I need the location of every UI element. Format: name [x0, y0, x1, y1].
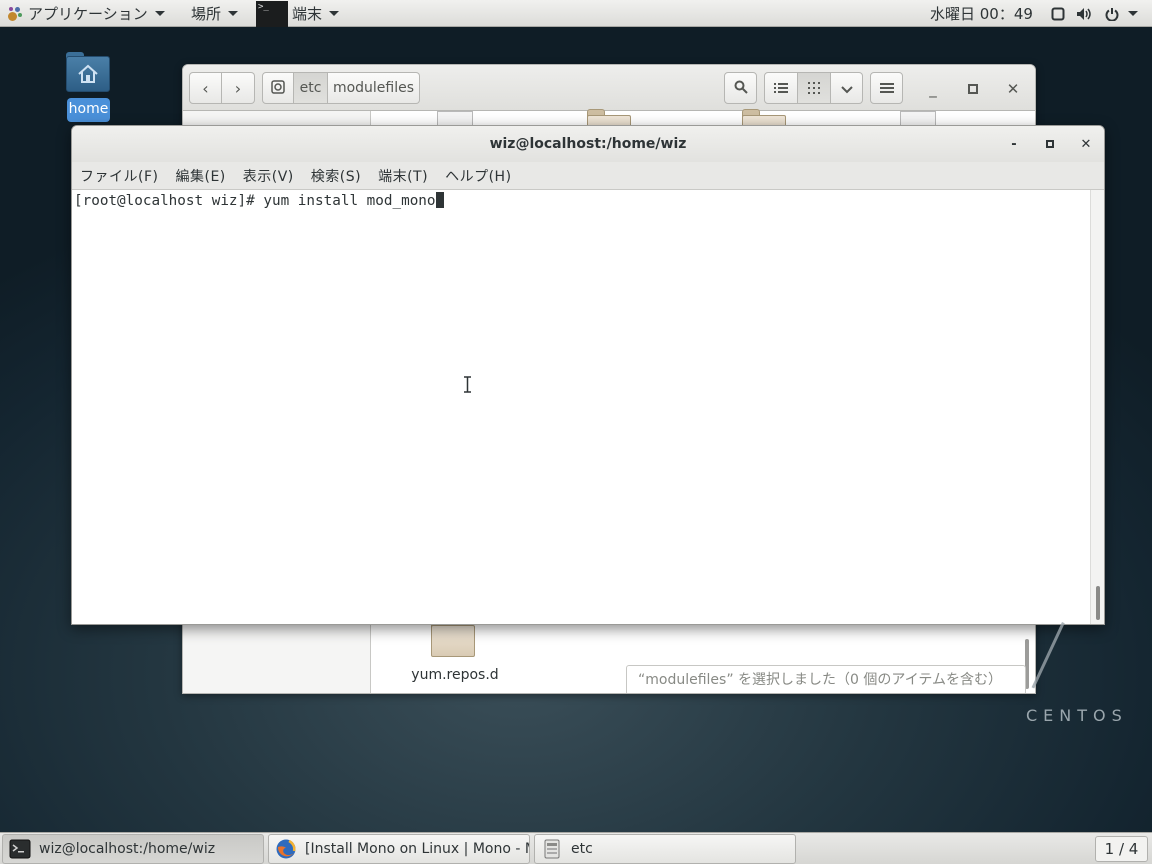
menu-help[interactable]: ヘルプ(H): [445, 166, 511, 186]
shell-prompt: [root@localhost wiz]#: [74, 193, 264, 209]
forward-button[interactable]: ›: [222, 72, 255, 104]
taskbar: wiz@localhost:/home/wiz [Install Mono on…: [0, 832, 1152, 864]
chevron-down-icon: [1128, 11, 1138, 16]
maximize-icon: [1046, 137, 1054, 152]
desktop-home-label: home: [67, 98, 110, 122]
list-view-icon: [774, 79, 788, 98]
view-options-button[interactable]: [831, 72, 863, 104]
path-segment-modulefiles[interactable]: modulefiles: [328, 72, 420, 104]
search-button[interactable]: [724, 72, 757, 104]
scrollbar-thumb[interactable]: [1096, 586, 1100, 620]
firefox-icon: [275, 838, 297, 860]
drive-icon: [271, 79, 285, 98]
close-button[interactable]: ✕: [1076, 134, 1096, 154]
minimize-icon: _: [929, 80, 937, 98]
hamburger-icon: [879, 79, 894, 98]
terminal-window[interactable]: wiz@localhost:/home/wiz ‐ ✕ ファイル(F) 編集(E…: [71, 125, 1105, 625]
task-label: wiz@localhost:/home/wiz: [39, 841, 216, 857]
gnome-foot-icon: [6, 6, 22, 22]
task-firefox[interactable]: [Install Mono on Linux | Mono - M…: [268, 834, 530, 864]
chevron-left-icon: ‹: [202, 78, 209, 98]
grid-view-button[interactable]: [798, 72, 831, 104]
close-icon: ✕: [1080, 136, 1092, 152]
applications-menu[interactable]: アプリケーション: [6, 0, 165, 27]
minimize-icon: ‐: [1011, 136, 1017, 152]
chevron-down-icon: [228, 11, 239, 16]
task-file-manager[interactable]: etc: [534, 834, 796, 864]
path-segment-label: modulefiles: [332, 80, 415, 96]
close-icon: ✕: [1006, 80, 1020, 98]
top-panel: アプリケーション 場所 >_ 端末 水曜日 00：49: [0, 0, 1152, 27]
centos-watermark: CENTOS: [1026, 706, 1128, 725]
desktop-home-icon[interactable]: home: [64, 52, 112, 122]
system-menu[interactable]: [1050, 0, 1138, 27]
applications-label: アプリケーション: [28, 5, 148, 23]
close-button[interactable]: ✕: [1003, 79, 1023, 99]
path-segment-label: etc: [299, 80, 322, 96]
volume-icon: [1076, 6, 1092, 22]
terminal-output[interactable]: [root@localhost wiz]# yum install mod_mo…: [72, 190, 1090, 624]
clock-label: 水曜日 00：49: [930, 5, 1033, 23]
home-folder-icon: [64, 52, 112, 96]
folder-label[interactable]: yum.repos.d: [403, 667, 507, 683]
chevron-down-icon: [154, 11, 165, 16]
centos-logo-line: [1031, 622, 1065, 689]
minimize-button[interactable]: _: [923, 79, 943, 99]
places-label: 場所: [191, 5, 222, 23]
terminal-icon: >_: [256, 0, 288, 27]
menu-view[interactable]: 表示(V): [243, 166, 294, 186]
task-label: etc: [571, 841, 593, 857]
menu-search[interactable]: 検索(S): [311, 166, 361, 186]
maximize-button[interactable]: [963, 79, 983, 99]
places-menu[interactable]: 場所: [191, 0, 239, 27]
terminal-icon: [9, 838, 31, 860]
chevron-down-icon: [840, 79, 853, 98]
task-terminal[interactable]: wiz@localhost:/home/wiz: [2, 834, 264, 864]
path-segment-etc[interactable]: etc: [294, 72, 328, 104]
window-title: wiz@localhost:/home/wiz: [489, 136, 687, 152]
list-view-button[interactable]: [764, 72, 798, 104]
file-manager-header: ‹ › etc modulefiles _ ✕: [183, 65, 1035, 111]
maximize-icon: [968, 80, 978, 98]
menu-terminal[interactable]: 端末(T): [378, 166, 428, 186]
task-label: [Install Mono on Linux | Mono - M…: [305, 841, 530, 857]
menu-edit[interactable]: 編集(E): [175, 166, 225, 186]
chevron-down-icon: [329, 11, 340, 16]
maximize-button[interactable]: [1040, 134, 1060, 154]
active-app-menu[interactable]: >_ 端末: [256, 0, 340, 27]
grid-view-icon: [808, 79, 820, 98]
screen-icon: [1050, 6, 1066, 22]
clock[interactable]: 水曜日 00：49: [930, 0, 1033, 27]
ibeam-cursor-icon: [463, 376, 472, 393]
chevron-right-icon: ›: [234, 78, 242, 98]
terminal-menubar: ファイル(F) 編集(E) 表示(V) 検索(S) 端末(T) ヘルプ(H): [72, 162, 1104, 190]
power-icon: [1104, 6, 1120, 22]
text-cursor: [435, 192, 444, 208]
workspace-indicator[interactable]: 1 / 4: [1095, 836, 1148, 862]
file-manager-icon: [541, 838, 563, 860]
path-root-button[interactable]: [262, 72, 294, 104]
menu-button[interactable]: [870, 72, 903, 104]
search-icon: [734, 79, 748, 98]
minimize-button[interactable]: ‐: [1004, 134, 1024, 154]
selection-status: “modulefiles” を選択しました（0 個のアイテムを含む）: [626, 665, 1026, 693]
terminal-titlebar[interactable]: wiz@localhost:/home/wiz ‐ ✕: [72, 126, 1104, 162]
scrollbar-track[interactable]: [1090, 190, 1104, 624]
menu-file[interactable]: ファイル(F): [80, 166, 158, 186]
back-button[interactable]: ‹: [189, 72, 222, 104]
shell-command: yum install mod_mono: [263, 193, 436, 209]
active-app-label: 端末: [292, 5, 323, 23]
